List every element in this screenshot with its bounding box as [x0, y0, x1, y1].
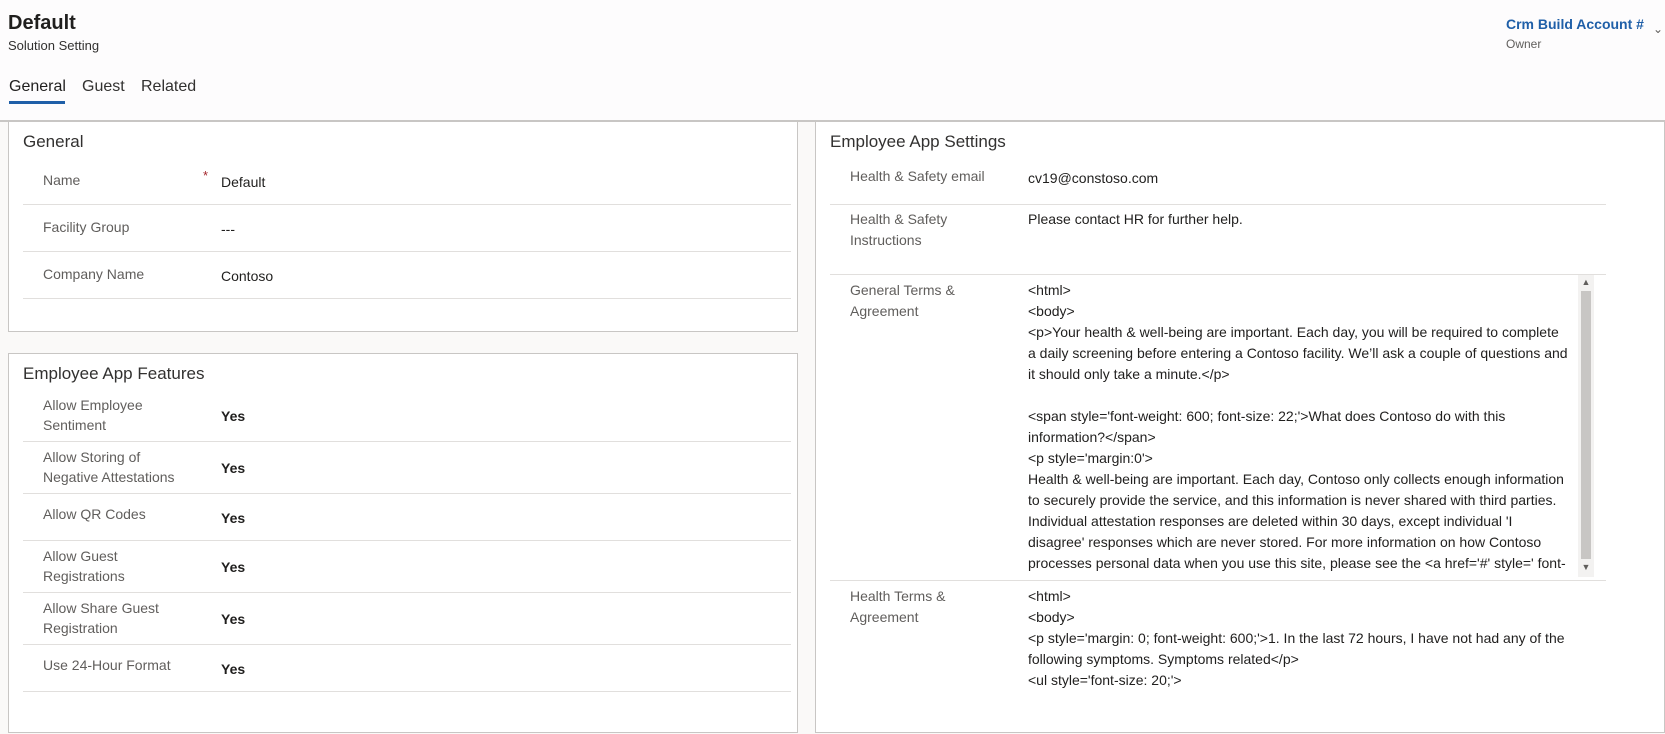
field-label: General Terms & Agreement [850, 282, 955, 319]
field-label: Use 24-Hour Format [43, 657, 171, 673]
field-label: Allow Share Guest Registration [43, 600, 159, 636]
record-entity-subtitle: Solution Setting [8, 38, 100, 53]
field-row-employee-sentiment: Allow Employee Sentiment Yes [23, 390, 791, 442]
field-value-employee-sentiment[interactable]: Yes [221, 406, 245, 426]
field-row-company-name: Company Name Contoso [23, 252, 791, 299]
field-label: Allow Storing of Negative Attestations [43, 449, 175, 485]
field-row-facility-group: Facility Group --- [23, 205, 791, 252]
section-title-features: Employee App Features [23, 364, 205, 383]
field-row-health-safety-instructions: Health & Safety Instructions Please cont… [830, 205, 1606, 275]
field-row-health-terms: Health Terms & Agreement <html> <body> <… [830, 581, 1606, 734]
field-label: Company Name [43, 266, 145, 282]
field-value-24-hour-format[interactable]: Yes [221, 659, 245, 679]
general-section: General Name * Default Facility Group --… [8, 121, 798, 332]
field-label: Health & Safety Instructions [850, 211, 948, 248]
field-label: Facility Group [43, 219, 130, 235]
field-value-negative-attestations[interactable]: Yes [221, 458, 245, 478]
scroll-up-icon[interactable]: ▲ [1578, 277, 1594, 289]
field-row-general-terms: General Terms & Agreement <html> <body> … [830, 275, 1606, 581]
field-row-guest-registrations: Allow Guest Registrations Yes [23, 541, 791, 593]
field-value-facility-group[interactable]: --- [221, 219, 235, 239]
general-terms-scrollbar[interactable]: ▲ ▼ [1578, 275, 1594, 577]
section-title-settings: Employee App Settings [830, 132, 1006, 151]
field-label: Allow QR Codes [43, 506, 146, 522]
field-value-health-safety-email[interactable]: cv19@constoso.com [1028, 168, 1158, 189]
active-tab-indicator [9, 101, 65, 104]
record-title: Default [8, 12, 76, 34]
field-label: Health Terms & Agreement [850, 588, 946, 625]
field-label: Health & Safety email [850, 168, 985, 184]
field-row-share-guest-registration: Allow Share Guest Registration Yes [23, 593, 791, 645]
scroll-thumb[interactable] [1581, 291, 1591, 559]
field-value-guest-registrations[interactable]: Yes [221, 557, 245, 577]
field-value-health-safety-instructions[interactable]: Please contact HR for further help. [1028, 209, 1243, 230]
employee-app-features-section: Employee App Features Allow Employee Sen… [8, 353, 798, 733]
field-row-negative-attestations: Allow Storing of Negative Attestations Y… [23, 442, 791, 494]
tab-general[interactable]: General [9, 78, 66, 96]
field-row-name: Name * Default [23, 158, 791, 205]
chevron-down-icon[interactable]: ⌄ [1653, 22, 1663, 36]
field-label: Allow Guest Registrations [43, 548, 125, 584]
field-value-general-terms[interactable]: <html> <body> <p>Your health & well-bein… [1028, 280, 1570, 578]
employee-app-settings-section: Employee App Settings Health & Safety em… [815, 121, 1665, 733]
field-value-name[interactable]: Default [221, 172, 265, 192]
required-indicator: * [203, 168, 209, 183]
field-value-company-name[interactable]: Contoso [221, 266, 273, 286]
field-label: Allow Employee Sentiment [43, 397, 143, 433]
field-row-health-safety-email: Health & Safety email cv19@constoso.com [830, 158, 1606, 205]
record-header: Default Solution Setting Crm Build Accou… [0, 0, 1665, 122]
section-title-general: General [23, 132, 84, 151]
owner-link[interactable]: Crm Build Account # [1506, 16, 1644, 32]
field-row-qr-codes: Allow QR Codes Yes [23, 494, 791, 541]
field-row-24-hour-format: Use 24-Hour Format Yes [23, 645, 791, 692]
field-value-share-guest-registration[interactable]: Yes [221, 609, 245, 629]
field-label: Name [43, 172, 81, 188]
tab-related[interactable]: Related [141, 78, 196, 96]
field-value-health-terms[interactable]: <html> <body> <p style='margin: 0; font-… [1028, 586, 1570, 734]
owner-label: Owner [1506, 37, 1542, 51]
tab-guest[interactable]: Guest [82, 78, 125, 96]
field-value-qr-codes[interactable]: Yes [221, 508, 245, 528]
scroll-down-icon[interactable]: ▼ [1578, 562, 1594, 574]
